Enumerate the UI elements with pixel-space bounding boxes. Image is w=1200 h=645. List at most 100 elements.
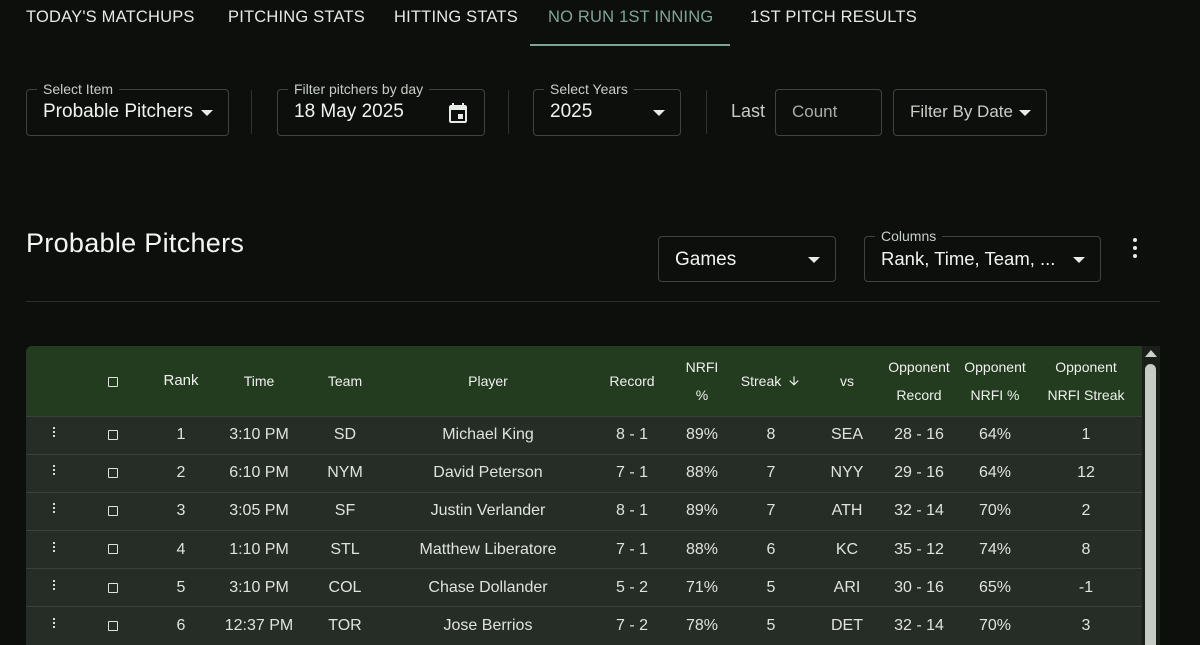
header-opp-record-line2: Record — [896, 386, 942, 403]
cell-player: Michael King — [442, 426, 534, 444]
chevron-down-icon — [1019, 110, 1031, 116]
columns-dropdown[interactable]: Columns Rank, Time, Team, ... — [864, 228, 1101, 282]
cell-opp-record: 32 - 14 — [894, 502, 944, 520]
select-item-dropdown[interactable]: Select Item Probable Pitchers — [26, 81, 229, 136]
header-vs[interactable]: vs — [816, 346, 878, 416]
row-menu-icon[interactable] — [26, 531, 82, 569]
header-streak[interactable]: Streak — [726, 346, 816, 416]
row-checkbox[interactable] — [82, 607, 144, 645]
row-checkbox[interactable] — [82, 454, 144, 492]
cell-record: 7 - 1 — [615, 464, 648, 482]
chevron-down-icon — [201, 110, 213, 116]
count-placeholder: Count — [792, 102, 838, 121]
cell-record: 8 - 1 — [615, 502, 648, 520]
calendar-icon[interactable] — [446, 101, 470, 125]
select-item-legend: Select Item — [37, 81, 120, 97]
table-row[interactable]: 1 3:10 PM SD Michael King 8 - 1 89% 8 SEA 28 - 1… — [26, 416, 1142, 455]
row-checkbox[interactable] — [82, 569, 144, 607]
header-player[interactable]: Player — [390, 346, 586, 416]
select-years-value: 2025 — [550, 101, 593, 122]
tab-hitting-stats[interactable]: HITTING STATS — [394, 0, 518, 46]
cell-record: 8 - 1 — [615, 426, 648, 444]
cell-time: 6:10 PM — [229, 464, 289, 482]
cell-player: Matthew Liberatore — [419, 540, 557, 558]
cell-opp-nrfi: 65% — [978, 578, 1012, 596]
row-menu-icon[interactable] — [26, 607, 82, 645]
header-time[interactable]: Time — [218, 346, 300, 416]
select-item-value: Probable Pitchers — [43, 101, 193, 122]
count-input[interactable]: Count — [775, 89, 882, 136]
cell-streak: 7 — [766, 464, 776, 482]
games-dropdown[interactable]: Games — [658, 236, 836, 282]
header-opp-streak-line2: NRFI Streak — [1047, 386, 1125, 403]
cell-opp-streak: 8 — [1081, 540, 1091, 558]
cell-rank: 1 — [176, 426, 186, 444]
filter-by-date-button[interactable]: Filter By Date — [893, 89, 1047, 136]
header-opp-nrfi[interactable]: Opponent NRFI % — [960, 346, 1030, 416]
page-title: Probable Pitchers — [26, 228, 245, 258]
select-all-checkbox[interactable] — [82, 346, 144, 416]
row-checkbox[interactable] — [82, 416, 144, 454]
vertical-scrollbar[interactable] — [1142, 346, 1160, 645]
cell-team: COL — [328, 578, 362, 596]
cell-time: 1:10 PM — [229, 540, 289, 558]
cell-vs: DET — [831, 617, 863, 635]
columns-legend: Columns — [875, 228, 943, 244]
tab-todays-matchups[interactable]: TODAY'S MATCHUPS — [26, 0, 195, 46]
arrow-down-icon[interactable] — [787, 374, 801, 388]
select-years-dropdown[interactable]: Select Years 2025 — [533, 81, 681, 136]
header-opp-streak[interactable]: Opponent NRFI Streak — [1030, 346, 1142, 416]
row-menu-icon[interactable] — [26, 569, 82, 607]
cell-opp-streak: 12 — [1077, 464, 1095, 482]
filter-day-legend: Filter pitchers by day — [288, 81, 430, 97]
row-checkbox[interactable] — [82, 492, 144, 530]
row-menu-icon[interactable] — [26, 492, 82, 530]
header-record[interactable]: Record — [586, 346, 678, 416]
cell-opp-streak: 1 — [1081, 426, 1091, 444]
more-vertical-icon[interactable] — [1128, 238, 1142, 262]
cell-streak: 6 — [766, 540, 776, 558]
divider — [26, 301, 1160, 302]
table-row[interactable]: 4 1:10 PM STL Matthew Liberatore 7 - 1 88% 6 KC… — [26, 530, 1142, 569]
header-menu — [26, 346, 82, 416]
row-checkbox[interactable] — [82, 531, 144, 569]
cell-opp-nrfi: 74% — [978, 540, 1012, 558]
chevron-down-icon — [653, 110, 665, 116]
select-years-legend: Select Years — [544, 81, 634, 97]
tab-1st-pitch-results[interactable]: 1ST PITCH RESULTS — [750, 0, 917, 46]
table-row[interactable]: 3 3:05 PM SF Justin Verlander 8 - 1 89% 7 ATH 32… — [26, 492, 1142, 531]
cell-rank: 3 — [176, 502, 186, 520]
cell-team: SD — [333, 426, 357, 444]
cell-vs: ARI — [833, 578, 861, 596]
cell-streak: 5 — [766, 617, 776, 635]
table-row[interactable]: 2 6:10 PM NYM David Peterson 7 - 1 88% 7 NYY 29 … — [26, 454, 1142, 493]
tab-pitching-stats[interactable]: PITCHING STATS — [228, 0, 365, 46]
header-rank[interactable]: Rank — [144, 346, 218, 416]
scroll-up-icon[interactable] — [1145, 350, 1157, 357]
cell-opp-record: 29 - 16 — [894, 464, 944, 482]
cell-streak: 7 — [766, 502, 776, 520]
header-team[interactable]: Team — [300, 346, 390, 416]
cell-vs: KC — [835, 540, 859, 558]
cell-opp-nrfi: 70% — [978, 617, 1012, 635]
header-opp-record-line1: Opponent — [888, 358, 950, 375]
table-row[interactable]: 5 3:10 PM COL Chase Dollander 5 - 2 71% 5 ARI 30… — [26, 568, 1142, 607]
tab-no-run-1st-inning[interactable]: NO RUN 1ST INNING — [530, 0, 730, 46]
row-menu-icon[interactable] — [26, 416, 82, 454]
cell-vs: ATH — [831, 502, 863, 520]
cell-vs: NYY — [830, 464, 864, 482]
cell-team: STL — [330, 540, 360, 558]
table-row[interactable]: 6 12:37 PM TOR Jose Berrios 7 - 2 78% 5 DET 32 -… — [26, 606, 1142, 645]
cell-opp-nrfi: 64% — [978, 464, 1012, 482]
filter-day-value: 18 May 2025 — [294, 101, 404, 122]
scroll-thumb[interactable] — [1145, 364, 1156, 645]
row-menu-icon[interactable] — [26, 454, 82, 492]
cell-opp-record: 32 - 14 — [894, 617, 944, 635]
filter-day-datepicker[interactable]: Filter pitchers by day 18 May 2025 — [277, 81, 485, 136]
header-nrfi[interactable]: NRFI % — [678, 346, 726, 416]
header-opp-record[interactable]: Opponent Record — [878, 346, 960, 416]
cell-rank: 4 — [176, 540, 186, 558]
cell-opp-streak: 2 — [1081, 502, 1091, 520]
cell-nrfi: 88% — [685, 464, 719, 482]
header-streak-label: Streak — [740, 372, 782, 389]
